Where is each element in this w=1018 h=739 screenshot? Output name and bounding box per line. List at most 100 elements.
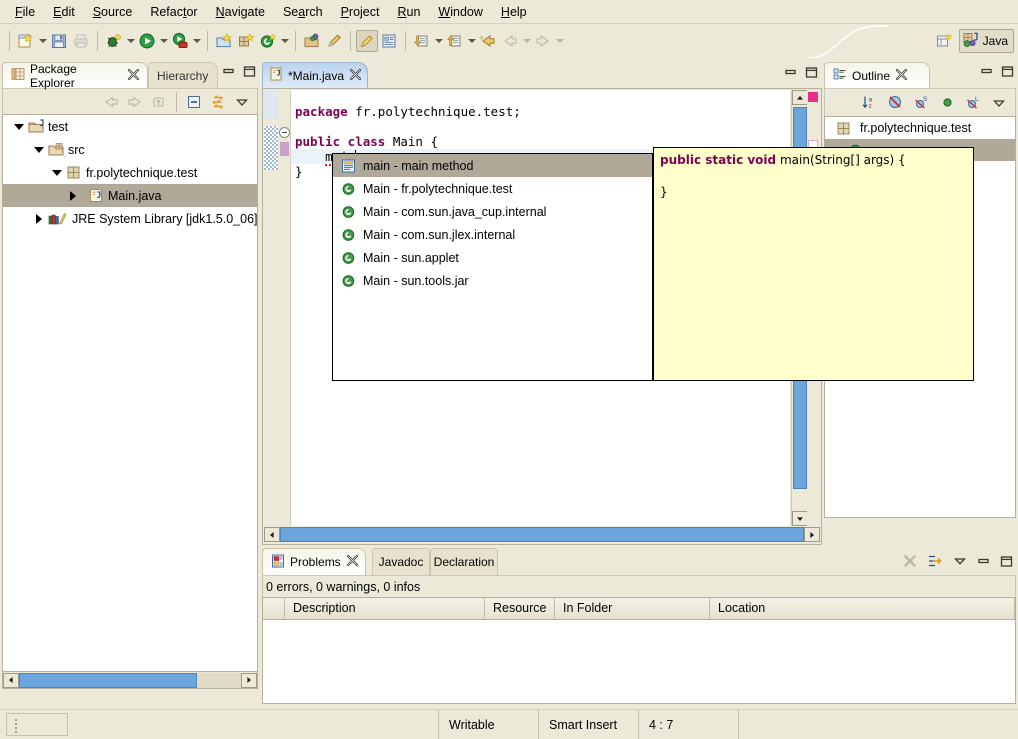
tree-item-package[interactable]: fr.polytechnique.test (3, 161, 257, 184)
debug-bug-icon[interactable] (103, 30, 125, 52)
view-menu-icon[interactable] (988, 93, 1010, 113)
previous-annotation-icon[interactable] (444, 30, 466, 52)
new-file-icon[interactable] (15, 30, 37, 52)
autocomplete-item-0[interactable]: main - main method (333, 154, 652, 177)
column-header-resource[interactable]: Resource (485, 598, 555, 619)
maximize-icon[interactable] (243, 65, 256, 81)
chevron-down-icon[interactable] (433, 30, 444, 52)
scroll-down-button[interactable] (792, 511, 808, 526)
scroll-left-button[interactable] (3, 672, 19, 688)
tree-item-test[interactable]: test (3, 115, 257, 138)
menu-window[interactable]: Window (429, 2, 491, 22)
close-icon[interactable] (350, 68, 361, 83)
tab-declaration[interactable]: Declaration (430, 548, 498, 575)
close-icon[interactable] (128, 68, 139, 83)
next-annotation-icon[interactable] (411, 30, 433, 52)
scroll-right-button[interactable] (241, 672, 257, 688)
hide-fields-icon[interactable] (936, 93, 958, 113)
menu-run[interactable]: Run (388, 2, 429, 22)
chevron-down-icon[interactable] (125, 30, 136, 52)
maximize-icon[interactable] (805, 66, 818, 82)
hide-non-public-icon[interactable] (884, 93, 906, 113)
document-lines-icon[interactable] (378, 30, 400, 52)
twisty-open-icon[interactable] (49, 165, 65, 181)
minimize-icon[interactable] (980, 65, 993, 81)
chevron-down-icon[interactable] (466, 30, 477, 52)
collapse-all-icon[interactable] (183, 92, 205, 112)
menu-file[interactable]: File (6, 2, 44, 22)
hscroll-thumb[interactable] (280, 527, 804, 542)
editor-folding-gutter[interactable] (278, 90, 291, 526)
menu-edit[interactable]: Edit (44, 2, 84, 22)
run-play-icon[interactable] (136, 30, 158, 52)
new-java-project-icon[interactable] (213, 30, 235, 52)
twisty-closed-icon[interactable] (65, 188, 81, 204)
maximize-icon[interactable] (1001, 65, 1014, 81)
minimize-icon[interactable] (222, 65, 235, 81)
chevron-down-icon[interactable] (191, 30, 202, 52)
package-explorer-hscrollbar[interactable] (2, 672, 258, 689)
open-type-icon[interactable] (301, 30, 323, 52)
menu-search[interactable]: Search (274, 2, 332, 22)
minimize-icon[interactable] (977, 555, 990, 571)
twisty-open-icon[interactable] (31, 142, 47, 158)
twisty-open-icon[interactable] (11, 119, 27, 135)
autocomplete-item-3[interactable]: Main - com.sun.jlex.internal (333, 223, 652, 246)
menu-help[interactable]: Help (492, 2, 536, 22)
open-perspective-icon[interactable] (933, 30, 955, 52)
chevron-down-icon[interactable] (37, 30, 48, 52)
tab-package-explorer[interactable]: Package Explorer (2, 62, 148, 90)
minimize-icon[interactable] (784, 66, 797, 82)
tree-item-src[interactable]: src (3, 138, 257, 161)
filters-icon[interactable] (927, 553, 943, 572)
external-tools-icon[interactable] (169, 30, 191, 52)
twisty-closed-icon[interactable] (31, 211, 47, 227)
hscroll-track[interactable] (280, 527, 804, 542)
scroll-right-button[interactable] (804, 527, 820, 542)
new-package-icon[interactable] (235, 30, 257, 52)
sort-alphabetically-icon[interactable]: az (858, 93, 880, 113)
tab-javadoc[interactable]: Javadoc (372, 548, 430, 575)
menu-source[interactable]: Source (84, 2, 142, 22)
maximize-icon[interactable] (1000, 555, 1013, 571)
column-header-description[interactable]: Description (285, 598, 485, 619)
tab-problems[interactable]: Problems (262, 548, 366, 575)
autocomplete-item-1[interactable]: Main - fr.polytechnique.test (333, 177, 652, 200)
autocomplete-item-2[interactable]: Main - com.sun.java_cup.internal (333, 200, 652, 223)
close-icon[interactable] (346, 555, 358, 569)
hide-local-types-icon[interactable]: L (962, 93, 984, 113)
autocomplete-item-5[interactable]: Main - sun.tools.jar (333, 269, 652, 292)
save-icon[interactable] (48, 30, 70, 52)
link-with-editor-icon[interactable] (207, 92, 229, 112)
editor-annotation-gutter[interactable] (264, 90, 278, 526)
menu-navigate[interactable]: Navigate (207, 2, 274, 22)
problems-table[interactable]: Description Resource In Folder Location (262, 597, 1016, 704)
tree-item-main-java[interactable]: Main.java (3, 184, 257, 207)
close-icon[interactable] (896, 68, 907, 83)
hide-static-icon[interactable]: S (910, 93, 932, 113)
autocomplete-popup[interactable]: main - main method Main - fr.polytechniq… (332, 153, 653, 381)
editor-hscrollbar[interactable] (264, 526, 820, 543)
hscroll-track[interactable] (19, 672, 241, 688)
tab-outline[interactable]: Outline (824, 62, 930, 88)
outline-item-package[interactable]: fr.polytechnique.test (825, 117, 1015, 139)
view-menu-icon[interactable] (953, 554, 967, 571)
view-menu-icon[interactable] (231, 92, 253, 112)
autocomplete-item-4[interactable]: Main - sun.applet (333, 246, 652, 269)
column-header-in-folder[interactable]: In Folder (555, 598, 710, 619)
scroll-up-button[interactable] (792, 90, 808, 105)
search-pencil-icon[interactable] (323, 30, 345, 52)
last-edit-location-icon[interactable] (477, 30, 499, 52)
highlighter-icon[interactable] (356, 30, 378, 52)
tree-item-jre-library[interactable]: JRE System Library [jdk1.5.0_06] (3, 207, 257, 230)
menu-project[interactable]: Project (332, 2, 389, 22)
scroll-left-button[interactable] (264, 527, 280, 542)
menu-refactor[interactable]: Refactor (141, 2, 206, 22)
column-header-location[interactable]: Location (710, 598, 1015, 619)
new-class-icon[interactable] (257, 30, 279, 52)
chevron-down-icon[interactable] (279, 30, 290, 52)
editor-tab-main-java[interactable]: *Main.java (262, 62, 368, 88)
package-explorer-tree[interactable]: test src fr.polytechnique.test Main.java… (2, 114, 258, 672)
hscroll-thumb[interactable] (19, 672, 197, 688)
perspective-java-button[interactable]: Java (958, 29, 1014, 53)
